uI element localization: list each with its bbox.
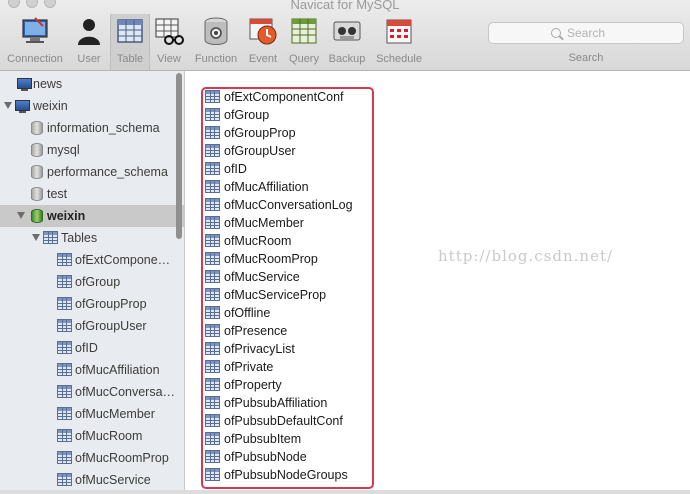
highlight-box	[201, 87, 374, 489]
sidebar-database-performance-schema[interactable]: performance_schema	[0, 161, 184, 183]
sidebar-table-label: ofMucService	[75, 473, 151, 487]
sidebar-table-item[interactable]: ofGroup	[0, 271, 184, 293]
sidebar-database-label: test	[47, 187, 68, 201]
table-icon	[117, 19, 143, 43]
table-icon	[57, 297, 72, 310]
table-icon	[57, 429, 72, 442]
backup-icon	[333, 21, 361, 41]
sidebar-scrollbar[interactable]	[176, 73, 182, 239]
sidebar-connection-label: news	[33, 77, 63, 91]
sidebar-table-label: ofID	[75, 341, 98, 355]
sidebar-database-label: weixin	[47, 209, 86, 223]
sidebar-table-item[interactable]: ofMucRoom	[0, 425, 184, 447]
sidebar-table-item[interactable]: ofMucConversa…	[0, 381, 184, 403]
sidebar-table-label: ofGroupProp	[75, 297, 147, 311]
database-icon	[31, 143, 43, 157]
watermark: http://blog.csdn.net/	[438, 247, 614, 265]
toolbar-table-label: Table	[116, 53, 144, 65]
user-icon	[78, 19, 100, 45]
sidebar-connection-label: weixin	[33, 99, 68, 113]
sidebar-database-mysql[interactable]: mysql	[0, 139, 184, 161]
sidebar-database-label: mysql	[47, 143, 80, 157]
toolbar: Navicat for MySQL Connection User Table	[0, 0, 690, 71]
toolbar-connection-button[interactable]: Connection	[2, 16, 68, 68]
sidebar-table-item[interactable]: ofMucRoomProp	[0, 447, 184, 469]
sidebar-table-item[interactable]: ofGroupUser	[0, 315, 184, 337]
table-icon	[57, 341, 72, 354]
sidebar-table-label: ofGroup	[75, 275, 121, 289]
connection-icon	[22, 17, 48, 43]
view-icon	[155, 18, 184, 45]
toolbar-view-label: View	[157, 53, 181, 65]
toolbar-event-label: Event	[248, 53, 278, 65]
sidebar-database-label: performance_schema	[47, 165, 168, 179]
sidebar-tables-group[interactable]: Tables	[0, 227, 184, 249]
sidebar-table-item[interactable]: ofExtCompone…	[0, 249, 184, 271]
sidebar-table-item[interactable]: ofID	[0, 337, 184, 359]
sidebar-connection-news[interactable]: news	[0, 73, 184, 95]
search-icon	[551, 28, 561, 38]
toolbar-table-button[interactable]: Table	[110, 14, 150, 70]
toolbar-function-label: Function	[194, 53, 238, 65]
table-icon	[57, 385, 72, 398]
sidebar-table-item[interactable]: ofMucMember	[0, 403, 184, 425]
sidebar-table-item[interactable]: ofGroupProp	[0, 293, 184, 315]
toolbar-user-label: User	[77, 53, 101, 65]
sidebar-database-label: information_schema	[47, 121, 160, 135]
disclosure-triangle-icon[interactable]	[32, 234, 40, 241]
toolbar-query-label: Query	[289, 53, 319, 65]
sidebar-table-label: ofMucMember	[75, 407, 155, 421]
tables-group-icon	[43, 231, 58, 244]
sidebar-table-item[interactable]: ofMucService	[0, 469, 184, 491]
function-icon	[204, 17, 228, 45]
sidebar-database-weixin[interactable]: weixin	[0, 205, 184, 227]
window-title: Navicat for MySQL	[290, 0, 400, 12]
toolbar-connection-label: Connection	[7, 53, 63, 65]
sidebar: news weixin information_schema mysql per…	[0, 71, 185, 494]
table-icon	[57, 253, 72, 266]
disclosure-triangle-icon[interactable]	[4, 102, 12, 109]
toolbar-view-button[interactable]: View	[152, 16, 186, 68]
event-icon	[249, 18, 277, 45]
toolbar-user-button[interactable]: User	[72, 16, 106, 68]
sidebar-table-item[interactable]: ofMucAffiliation	[0, 359, 184, 381]
table-icon	[57, 363, 72, 376]
database-icon	[31, 209, 43, 223]
disclosure-triangle-icon[interactable]	[17, 212, 25, 219]
sidebar-table-label: ofGroupUser	[75, 319, 147, 333]
connection-icon	[17, 78, 32, 91]
toolbar-query-button[interactable]: Query	[286, 16, 322, 68]
sidebar-table-label: ofMucRoomProp	[75, 451, 169, 465]
search-placeholder: Search	[567, 26, 606, 40]
toolbar-backup-label: Backup	[328, 53, 366, 65]
connection-icon	[15, 100, 30, 113]
toolbar-schedule-label: Schedule	[376, 53, 422, 65]
toolbar-schedule-button[interactable]: Schedule	[372, 16, 426, 68]
sidebar-table-label: ofMucConversa…	[75, 385, 176, 399]
toolbar-event-button[interactable]: Event	[244, 16, 282, 68]
table-icon	[57, 407, 72, 420]
toolbar-function-button[interactable]: Function	[190, 16, 242, 68]
sidebar-tables-group-label: Tables	[61, 231, 98, 245]
query-icon	[291, 18, 317, 44]
database-icon	[31, 187, 43, 201]
sidebar-connection-weixin[interactable]: weixin	[0, 95, 184, 117]
sidebar-table-label: ofExtCompone…	[75, 253, 171, 267]
table-icon	[57, 275, 72, 288]
sidebar-table-label: ofMucAffiliation	[75, 363, 160, 377]
window-bottom-edge	[0, 490, 690, 494]
table-icon	[57, 451, 72, 464]
sidebar-database-information-schema[interactable]: information_schema	[0, 117, 184, 139]
toolbar-backup-button[interactable]: Backup	[326, 16, 368, 68]
database-icon	[31, 165, 43, 179]
sidebar-table-label: ofMucRoom	[75, 429, 143, 443]
table-list: ofExtComponentConf ofGroup ofGroupProp ofGr…	[185, 71, 690, 494]
database-icon	[31, 121, 43, 135]
search-input[interactable]: Search	[488, 22, 684, 44]
schedule-icon	[386, 19, 412, 44]
search-label: Search	[568, 52, 604, 64]
table-icon	[57, 473, 72, 486]
table-icon	[57, 319, 72, 332]
sidebar-database-test[interactable]: test	[0, 183, 184, 205]
